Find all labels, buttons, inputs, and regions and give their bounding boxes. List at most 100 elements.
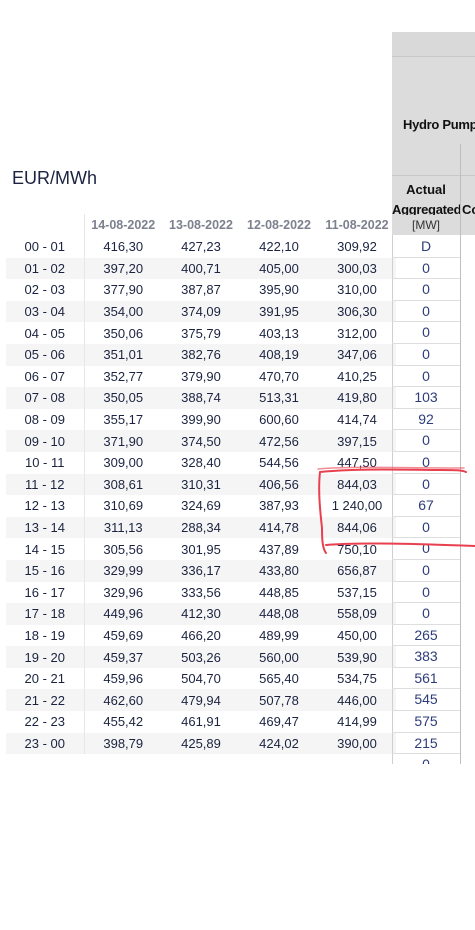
price-cell: 416,30 (83, 236, 162, 258)
spreadsheet-cell: 0 (392, 560, 460, 582)
price-cell: 328,40 (181, 455, 221, 471)
spreadsheet-group-header: Hydro Pumpe (392, 56, 475, 175)
price-cell: 324,69 (181, 498, 221, 514)
price-cell: 656,87 (318, 559, 396, 582)
date-column-header: 14-08-2022 (83, 214, 162, 236)
hour-cell: 10 - 11 (24, 455, 65, 471)
price-cell: 844,03 (318, 473, 396, 496)
hour-cell: 16 - 17 (24, 584, 65, 600)
price-cell: 414,78 (240, 516, 318, 539)
table-row: 10 - 11 309,00 328,40 544,56 447,50 (6, 451, 396, 474)
price-cell: 387,93 (259, 498, 299, 514)
price-cell: 405,00 (240, 257, 318, 280)
table-row: 16 - 17 329,96 333,56 448,85 537,15 (6, 581, 396, 604)
table-row: 07 - 08 350,05 388,74 513,31 419,80 (6, 387, 396, 409)
price-cell: 354,00 (83, 300, 162, 323)
price-cell: 466,20 (181, 627, 221, 643)
unit-label-filler (460, 215, 475, 235)
price-cell: 489,99 (259, 627, 299, 643)
hour-cell: 09 - 10 (6, 430, 84, 452)
price-cell: 350,05 (83, 387, 162, 409)
price-cell: 390,00 (318, 732, 396, 755)
table-row: 20 - 21 459,96 504,70 565,40 534,75 (6, 667, 396, 690)
price-cell: 351,01 (83, 343, 162, 366)
spreadsheet-cell: 265 (392, 625, 460, 647)
price-cell: 414,74 (337, 412, 377, 428)
hour-cell: 12 - 13 (24, 498, 65, 514)
table-row: 18 - 19 459,69 466,20 489,99 450,00 (6, 624, 396, 647)
table-row: 23 - 00 398,79 425,89 424,02 390,00 (6, 732, 396, 755)
price-cell: 350,06 (83, 322, 162, 344)
spreadsheet-cell: 0 (392, 538, 460, 560)
table-row: 14 - 15 305,56 301,95 437,89 750,10 (6, 538, 396, 560)
hour-cell: 03 - 04 (6, 300, 84, 323)
price-cell: 507,78 (240, 689, 318, 712)
price-cell: 306,30 (318, 300, 396, 323)
table-row: 22 - 23 455,42 461,91 469,47 414,99 (6, 711, 396, 733)
price-cell: 600,60 (259, 412, 299, 428)
hour-cell: 01 - 02 (6, 257, 84, 280)
hour-cell: 04 - 05 (24, 325, 65, 341)
price-cell: 539,90 (318, 646, 396, 668)
price-cell: 329,99 (83, 559, 162, 582)
price-cell: 513,31 (240, 387, 318, 409)
group-title: Hydro Pumpe (403, 117, 475, 132)
spreadsheet-cell: 0 (392, 452, 460, 474)
hour-cell: 14 - 15 (24, 541, 65, 557)
price-cell: 412,30 (162, 603, 240, 625)
price-cell: 305,56 (83, 538, 162, 560)
price-cell: 408,19 (240, 343, 318, 366)
spreadsheet-cell: 67 (392, 495, 460, 517)
spreadsheet-top-band (392, 32, 475, 56)
price-cell: 472,56 (240, 430, 318, 452)
price-cell: 397,15 (318, 430, 396, 452)
price-cell: 397,20 (83, 257, 162, 280)
price-cell: 355,17 (83, 408, 162, 431)
price-cell: 470,70 (259, 368, 299, 384)
date-column-header: 11-08-2022 (325, 218, 389, 232)
price-cell: 300,03 (318, 257, 396, 280)
spreadsheet-cell: 0 (392, 474, 460, 496)
price-cell: 352,77 (83, 365, 162, 388)
hour-cell: 13 - 14 (6, 516, 84, 539)
spreadsheet-fragment: Hydro Pumpe Actual Aggregated Co [MW] D0… (392, 32, 475, 764)
price-cell: 437,89 (259, 541, 299, 557)
spreadsheet-cell: 103 (392, 387, 460, 409)
price-cell: 433,80 (240, 559, 318, 582)
price-cell: 398,79 (83, 732, 162, 755)
hour-cell: 08 - 09 (24, 412, 65, 428)
price-cell: 414,99 (337, 714, 377, 730)
price-cell: 379,90 (181, 368, 221, 384)
table-row: 06 - 07 352,77 379,90 470,70 410,25 (6, 365, 396, 388)
price-cell: 449,96 (83, 603, 162, 625)
price-cell: 455,42 (83, 711, 162, 733)
price-cell: 377,90 (83, 279, 162, 301)
price-cell: 311,13 (83, 516, 162, 539)
price-cell: 399,90 (181, 412, 221, 428)
spreadsheet-cell: 545 (392, 689, 460, 712)
hour-cell: 07 - 08 (6, 387, 84, 409)
date-column-header: 12-08-2022 (247, 218, 311, 232)
price-cell: 565,40 (259, 671, 299, 687)
price-cell: 288,34 (162, 516, 240, 539)
table-row: 01 - 02 397,20 400,71 405,00 300,03 (6, 257, 396, 280)
table-row: 12 - 13 310,69 324,69 387,93 1 240,00 (6, 495, 396, 517)
hour-cell: 20 - 21 (24, 671, 65, 687)
price-cell: 537,15 (337, 584, 377, 600)
price-cell: 446,00 (318, 689, 396, 712)
price-cell: 382,76 (162, 343, 240, 366)
table-row: 17 - 18 449,96 412,30 448,08 558,09 (6, 603, 396, 625)
price-cell: 301,95 (181, 541, 221, 557)
price-cell: 336,17 (162, 559, 240, 582)
table-row: 05 - 06 351,01 382,76 408,19 347,06 (6, 343, 396, 366)
price-cell: 750,10 (337, 541, 377, 557)
table-row: 11 - 12 308,61 310,31 406,56 844,03 (6, 473, 396, 496)
hour-cell: 23 - 00 (6, 732, 84, 755)
hour-cell: 15 - 16 (6, 559, 84, 582)
hour-cell: 22 - 23 (24, 714, 65, 730)
unit-label: [MW] (392, 215, 460, 235)
column-header-line1: Actual (406, 182, 446, 197)
hour-cell: 21 - 22 (6, 689, 84, 712)
table-row: 19 - 20 459,37 503,26 560,00 539,90 (6, 646, 396, 668)
table-row: 04 - 05 350,06 375,79 403,13 312,00 (6, 322, 396, 344)
